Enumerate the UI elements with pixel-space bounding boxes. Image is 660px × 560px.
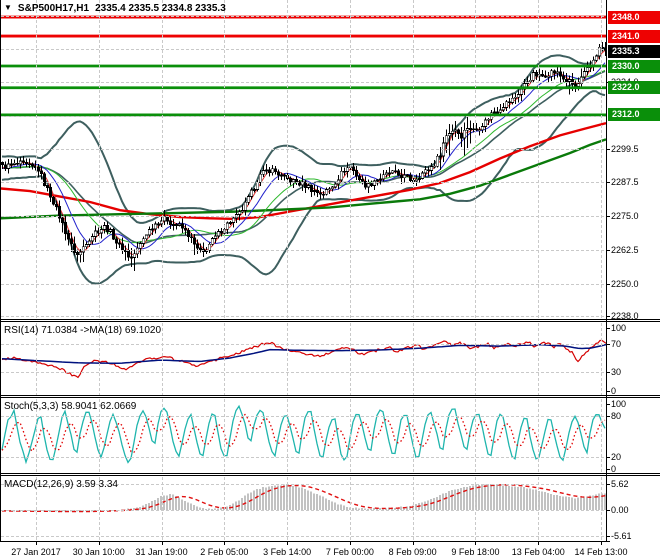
price-level-label: 2322.0 [608, 81, 660, 95]
rsi-axis-tick-label: 70 [611, 339, 622, 349]
stoch-axis-tick-label: 100 [611, 399, 627, 409]
time-axis-label: 7 Feb 00:00 [325, 547, 374, 557]
price-axis-tick-label: 2262.5 [611, 244, 639, 255]
price-level-label: 2348.0 [608, 10, 660, 24]
price-level-label: 2341.0 [608, 29, 660, 43]
price-level-label: 2330.0 [608, 59, 660, 73]
time-axis-label: 8 Feb 09:00 [388, 547, 437, 557]
time-axis-label: 3 Feb 14:00 [263, 547, 312, 557]
time-axis-label: 27 Jan 2017 [11, 547, 61, 557]
macd-axis-tick-label: -5.61 [611, 530, 632, 541]
symbol-period-label: S&P500H17,H1 [17, 2, 90, 14]
collapse-chart-icon[interactable]: ▼ [4, 3, 12, 13]
time-axis-label: 14 Feb 13:00 [574, 547, 628, 557]
time-axis-label: 9 Feb 18:00 [451, 547, 500, 557]
rsi-axis-tick-label: 30 [611, 367, 622, 377]
current-price-label: 2335.3 [608, 45, 660, 59]
chart-header: ▼ S&P500H17,H1 2335.4 2335.5 2334.8 2335… [4, 2, 226, 14]
time-axis-label: 31 Jan 19:00 [135, 547, 188, 557]
price-axis-tick-label: 2238.0 [611, 311, 639, 322]
price-axis-tick-label: 2275.0 [611, 210, 639, 221]
macd-axis-tick-label: 0.00 [611, 505, 629, 515]
stoch-axis-tick-label: 80 [611, 410, 622, 421]
price-axis-tick-label: 2287.5 [611, 176, 639, 187]
time-axis-label: 30 Jan 10:00 [72, 547, 125, 557]
stoch-axis-tick-label: 20 [611, 452, 622, 463]
stoch-title: Stoch(5,3,3) 58.9041 62.0669 [4, 401, 137, 412]
macd-title: MACD(12,26,9) 3.59 3.34 [4, 479, 118, 490]
rsi-axis-tick-label: 0 [611, 386, 617, 396]
chart-window: ▼ S&P500H17,H1 2335.4 2335.5 2334.8 2335… [0, 0, 660, 560]
time-axis-label: 2 Feb 05:00 [200, 547, 249, 557]
price-axis-tick-label: 2299.5 [611, 143, 639, 154]
chart-canvas[interactable] [0, 0, 660, 560]
stoch-axis-tick-label: 0 [611, 464, 617, 474]
ohlc-values-label: 2335.4 2335.5 2334.8 2335.3 [95, 2, 226, 14]
rsi-title: RSI(14) 71.0384 ->MA(18) 69.1020 [4, 325, 162, 336]
price-axis-tick-label: 2250.0 [611, 278, 639, 289]
macd-axis-tick-label: 5.62 [611, 479, 629, 489]
price-level-label: 2312.0 [608, 108, 660, 122]
time-axis-label: 13 Feb 04:00 [511, 547, 565, 557]
rsi-axis-tick-label: 100 [611, 323, 627, 333]
